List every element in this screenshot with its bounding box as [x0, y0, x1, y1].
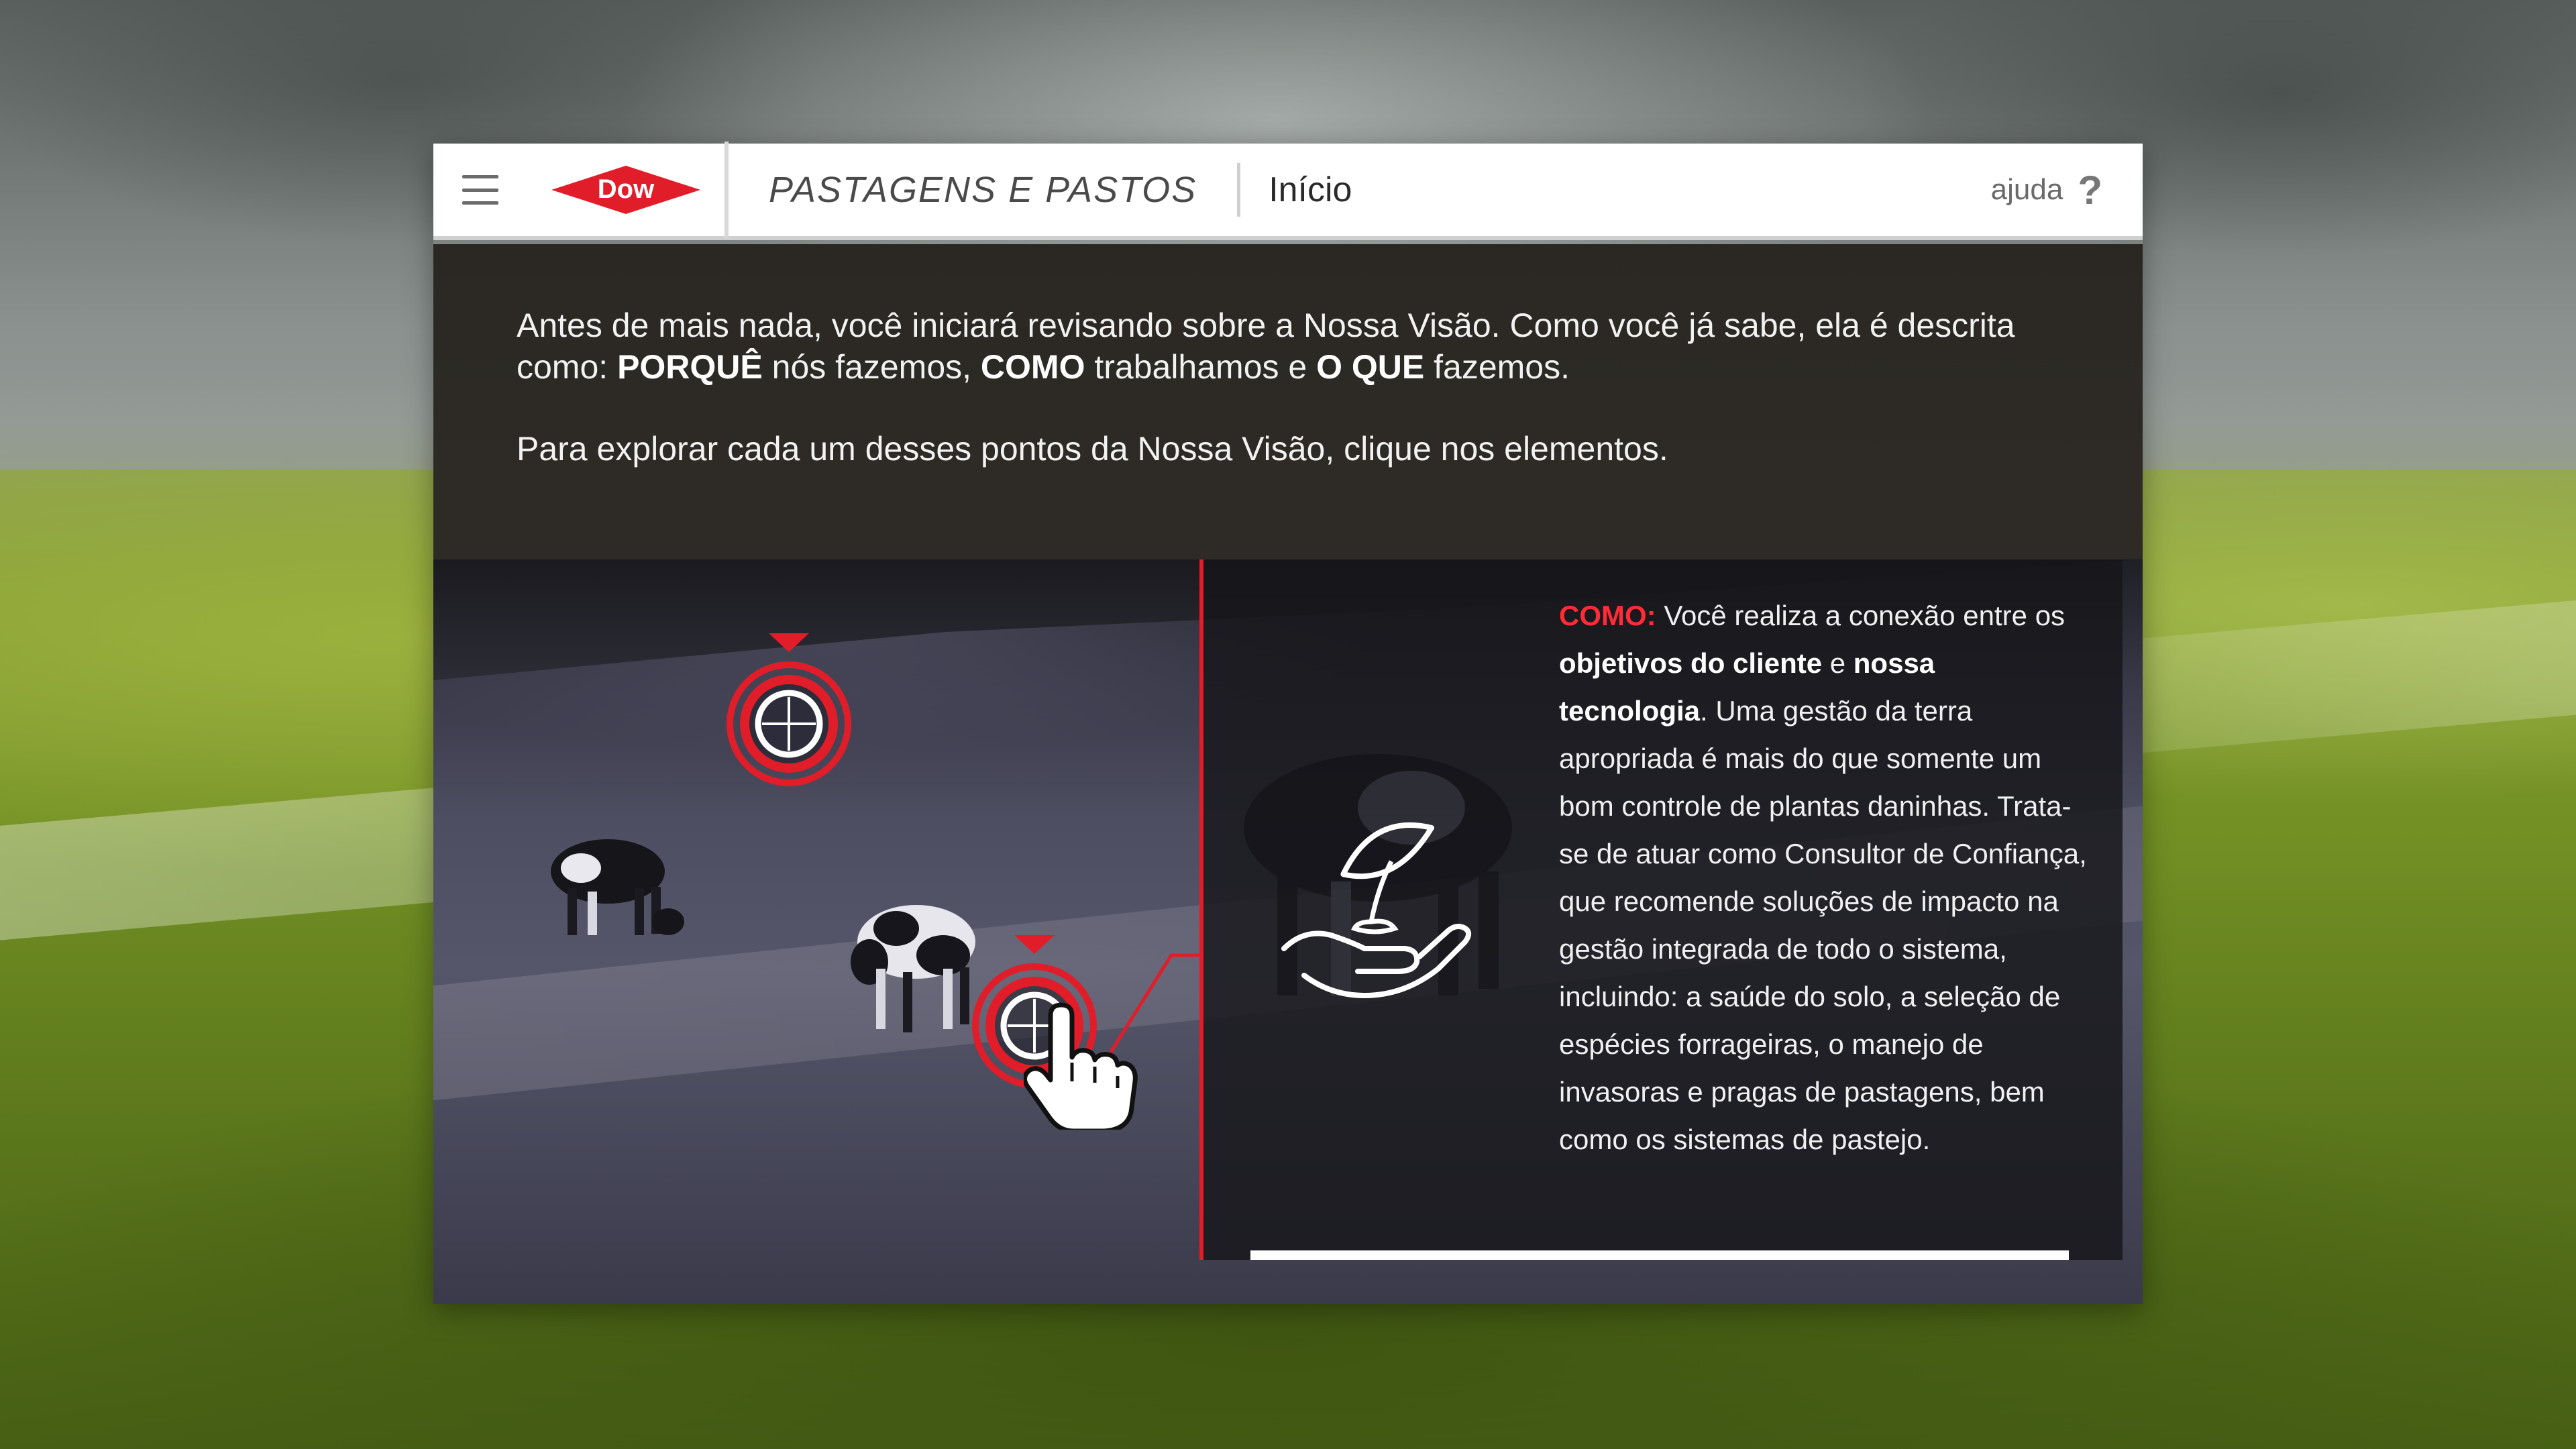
top-bar: Dow PASTAGENS E PASTOS Início ajuda ?	[433, 142, 2143, 240]
intro-section: Antes de mais nada, você iniciará revisa…	[433, 244, 2143, 559]
dow-diamond-icon: Dow	[551, 166, 700, 214]
intro-bold-oque: O QUE	[1316, 348, 1425, 386]
course-window: Dow PASTAGENS E PASTOS Início ajuda ? An…	[433, 142, 2143, 1304]
info-text-part: e	[1822, 647, 1854, 679]
intro-text: nós fazemos,	[762, 348, 981, 386]
hotspot-porque[interactable]	[722, 633, 856, 794]
question-icon: ?	[2078, 167, 2102, 213]
plant-in-hand-icon	[1281, 822, 1472, 998]
info-text-part: Você realiza a conexão entre os	[1656, 600, 2065, 631]
page-title: Início	[1269, 170, 1352, 209]
info-panel-como: COMO: Você realiza a conexão entre os ob…	[1199, 559, 2123, 1260]
pasture-scene: COMO: Você realiza a conexão entre os ob…	[433, 559, 2143, 1304]
info-lead: COMO:	[1559, 600, 1656, 631]
intro-text: fazemos.	[1424, 348, 1570, 386]
intro-paragraph-1: Antes de mais nada, você iniciará revisa…	[517, 305, 2059, 388]
hamburger-icon	[462, 175, 498, 205]
cow-image	[551, 839, 684, 935]
help-button[interactable]: ajuda ?	[1991, 167, 2143, 213]
info-bold-objetivos: objetivos do cliente	[1559, 647, 1823, 679]
logo-text: Dow	[598, 174, 655, 204]
hand-pointer-icon	[1024, 1002, 1138, 1130]
intro-text: trabalhamos e	[1085, 348, 1317, 386]
intro-bold-porque: PORQUÊ	[617, 348, 763, 386]
info-text-part: . Uma gestão da terra apropriada é mais …	[1559, 695, 2087, 1155]
intro-paragraph-2: Para explorar cada um desses pontos da N…	[517, 430, 1668, 468]
help-label: ajuda	[1990, 173, 2063, 206]
section-title: PASTAGENS E PASTOS	[729, 163, 1241, 217]
content-area: Antes de mais nada, você iniciará revisa…	[433, 244, 2143, 1304]
info-text: COMO: Você realiza a conexão entre os ob…	[1559, 592, 2089, 1163]
menu-button[interactable]	[433, 142, 527, 238]
dow-logo: Dow	[527, 142, 729, 238]
intro-bold-como: COMO	[980, 348, 1085, 386]
progress-bar	[1250, 1250, 2069, 1260]
